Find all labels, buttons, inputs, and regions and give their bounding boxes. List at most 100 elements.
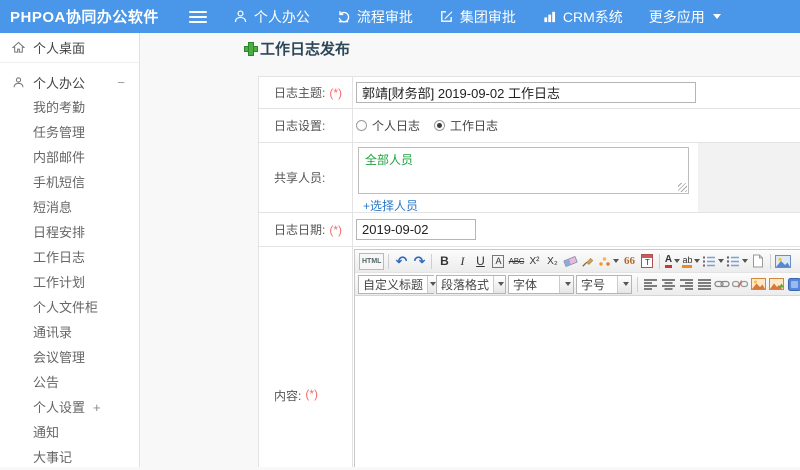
label-text: 共享人员: xyxy=(274,169,325,186)
content-label: 内容: (*) xyxy=(259,247,353,467)
sidebar-item-work-plan[interactable]: 工作计划 xyxy=(0,270,139,295)
sidebar-item-announcement[interactable]: 公告 xyxy=(0,370,139,395)
share-people-textarea[interactable]: 全部人员 xyxy=(358,147,689,194)
font-color-button[interactable]: A xyxy=(664,252,680,271)
sidebar-item-personal-desktop[interactable]: 个人桌面 xyxy=(0,33,139,63)
app-logo: PHPOA协同办公软件 xyxy=(10,6,159,27)
unordered-list-button[interactable] xyxy=(726,252,748,271)
redo-button[interactable]: ↷ xyxy=(411,252,427,271)
toolbar-separator xyxy=(637,277,638,292)
strikethrough-button[interactable]: ABC xyxy=(508,252,524,271)
heading-select[interactable]: 自定义标题 xyxy=(358,275,434,294)
new-page-button[interactable] xyxy=(750,252,766,271)
resize-handle[interactable] xyxy=(678,183,687,192)
font-size-box-button[interactable]: A xyxy=(490,252,506,271)
font-family-select[interactable]: 字体 xyxy=(508,275,574,294)
highlight-color-button[interactable]: ab xyxy=(682,252,700,271)
sidebar-section-personal-office[interactable]: 个人办公 − xyxy=(0,69,139,95)
form-row-content: 内容: (*) HTML ↶ ↷ B I U A xyxy=(259,247,800,467)
image-icon xyxy=(775,255,791,268)
add-icon xyxy=(244,42,256,54)
sidebar-item-meeting-management[interactable]: 会议管理 xyxy=(0,345,139,370)
form-row-date: 日志日期: (*) xyxy=(259,213,800,247)
format-brush-button[interactable] xyxy=(580,252,596,271)
caret-down-icon xyxy=(694,259,700,263)
subscript-button[interactable]: X₂ xyxy=(544,252,560,271)
link-icon xyxy=(714,279,730,289)
workflow-icon xyxy=(336,9,351,24)
blockquote-button[interactable]: 66 xyxy=(621,252,637,271)
undo-button[interactable]: ↶ xyxy=(393,252,409,271)
nav-item-workflow-approval[interactable]: 流程审批 xyxy=(336,7,413,27)
font-color-glyph: A xyxy=(665,255,672,268)
nav-item-personal-office[interactable]: 个人办公 xyxy=(233,7,310,27)
editor-content-area[interactable] xyxy=(355,296,800,467)
html-source-button[interactable]: HTML xyxy=(359,253,384,270)
sidebar-item-memorabilia[interactable]: 大事记 xyxy=(0,445,139,470)
brush-icon xyxy=(581,254,595,268)
ordered-list-button[interactable] xyxy=(702,252,724,271)
date-input[interactable] xyxy=(356,219,476,240)
editor-toolbar-row2: 自定义标题 段落格式 字体 字号 xyxy=(355,273,800,296)
main-content: 工作日志发布 日志主题: (*) 日志设置: 个人日志 工作日志 xyxy=(140,33,800,467)
align-left-button[interactable] xyxy=(642,275,658,294)
sidebar: 个人桌面 个人办公 − 我的考勤 任务管理 内部邮件 手机短信 短消息 日程安排… xyxy=(0,33,140,467)
choose-people-link[interactable]: +选择人员 xyxy=(363,197,418,214)
media-button[interactable] xyxy=(786,275,800,294)
subject-input[interactable] xyxy=(356,82,696,103)
toolbar-separator xyxy=(770,254,771,269)
image-button[interactable] xyxy=(750,275,766,294)
share-area: 全部人员 +选择人员 xyxy=(353,143,698,212)
italic-button[interactable]: I xyxy=(454,252,470,271)
paste-text-button[interactable]: T xyxy=(639,252,655,271)
sidebar-item-contacts[interactable]: 通讯录 xyxy=(0,320,139,345)
sidebar-item-label: 个人设置 xyxy=(33,400,85,415)
nav-item-more-apps[interactable]: 更多应用 xyxy=(649,7,721,27)
underline-button[interactable]: U xyxy=(472,252,488,271)
sidebar-item-personal-files[interactable]: 个人文件柜 xyxy=(0,295,139,320)
toolbar-separator xyxy=(431,254,432,269)
align-right-button[interactable] xyxy=(678,275,694,294)
font-size-select[interactable]: 字号 xyxy=(576,275,632,294)
nav-item-group-approval[interactable]: 集团审批 xyxy=(439,7,516,27)
sidebar-item-work-log[interactable]: 工作日志 xyxy=(0,245,139,270)
sidebar-item-internal-mail[interactable]: 内部邮件 xyxy=(0,145,139,170)
clipboard-icon: T xyxy=(641,254,653,268)
page-title-row: 工作日志发布 xyxy=(244,39,350,57)
personal-log-radio[interactable] xyxy=(356,120,367,131)
sidebar-item-my-attendance[interactable]: 我的考勤 xyxy=(0,95,139,120)
paragraph-format-select[interactable]: 段落格式 xyxy=(436,275,506,294)
unlink-button[interactable] xyxy=(732,275,748,294)
caret-down-icon xyxy=(718,259,724,263)
sidebar-item-personal-settings[interactable]: 个人设置 + xyxy=(0,395,139,420)
sidebar-item-label: 个人桌面 xyxy=(33,38,85,57)
sidebar-item-notification[interactable]: 通知 xyxy=(0,420,139,445)
remove-format-button[interactable] xyxy=(562,252,578,271)
insert-image-button[interactable] xyxy=(775,252,791,271)
sidebar-item-task-management[interactable]: 任务管理 xyxy=(0,120,139,145)
align-justify-button[interactable] xyxy=(696,275,712,294)
link-button[interactable] xyxy=(714,275,730,294)
sidebar-item-schedule[interactable]: 日程安排 xyxy=(0,220,139,245)
collapse-minus-icon[interactable]: − xyxy=(117,75,125,90)
share-row-filler xyxy=(698,143,800,212)
toolbar-separator xyxy=(388,254,389,269)
auto-typeset-button[interactable] xyxy=(598,252,619,271)
expand-plus-icon[interactable]: + xyxy=(93,400,101,415)
superscript-button[interactable]: X² xyxy=(526,252,542,271)
nav-item-crm-system[interactable]: CRM系统 xyxy=(542,7,623,27)
image-upload-button[interactable] xyxy=(768,275,784,294)
required-mark: (*) xyxy=(329,223,342,237)
work-log-radio[interactable] xyxy=(434,120,445,131)
bold-button[interactable]: B xyxy=(436,252,452,271)
highlight-glyph: ab xyxy=(682,255,692,268)
hamburger-menu-icon[interactable] xyxy=(189,11,207,23)
personal-log-radio-label[interactable]: 个人日志 xyxy=(372,117,420,134)
sidebar-item-mobile-sms[interactable]: 手机短信 xyxy=(0,170,139,195)
work-log-radio-label[interactable]: 工作日志 xyxy=(450,117,498,134)
align-center-button[interactable] xyxy=(660,275,676,294)
sidebar-item-short-message[interactable]: 短消息 xyxy=(0,195,139,220)
magic-dots-icon xyxy=(598,255,611,267)
ordered-list-icon xyxy=(702,255,716,267)
work-log-form: 日志主题: (*) 日志设置: 个人日志 工作日志 xyxy=(258,76,800,467)
